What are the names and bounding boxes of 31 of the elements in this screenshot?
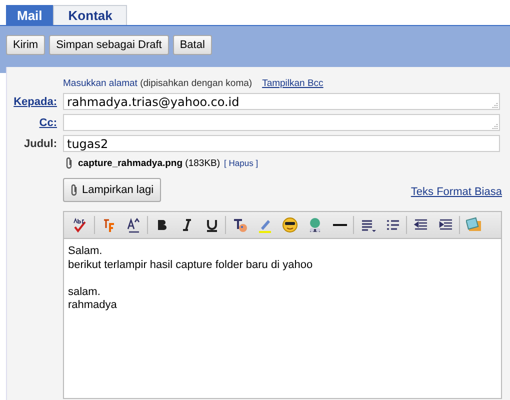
tab[interactable]: Mail [6,5,54,25]
image-icon[interactable] [466,217,482,233]
text-color-icon[interactable] [232,217,248,233]
field-label-link[interactable]: Cc: [39,116,57,128]
input-field[interactable]: rahmadya.trias@yahoo.co.id [63,93,500,110]
input-field[interactable]: tugas2 [63,135,500,152]
body-line: Salam. [68,245,104,258]
resize-grip-icon[interactable] [492,102,498,108]
attach-more-button[interactable]: Lampirkan lagi [63,178,161,202]
action-button[interactable]: Kirim [6,35,46,55]
paperclip-icon [65,157,74,169]
spellcheck-icon[interactable] [72,217,88,233]
font-size-icon[interactable] [126,217,142,233]
body-line: rahmadya [68,299,118,312]
paperclip-icon [70,184,79,196]
action-button[interactable]: Simpan sebagai Draft [49,35,169,55]
smiley-icon[interactable] [282,217,298,233]
resize-grip-icon[interactable] [492,123,498,129]
action-button[interactable]: Batal [172,35,212,55]
field-label-link[interactable]: Kepada: [14,96,57,108]
remove-link[interactable]: [ Hapus ] [224,158,258,168]
body-line: salam. [68,286,102,299]
plain-text-link[interactable]: Teks Format Biasa [410,186,502,198]
body-line: berikut terlampir hasil capture folder baru di yahoo [68,258,314,272]
hint-text: Masukkan alamat (dipisahkan dengan koma) [63,78,252,88]
field-label: Judul: [24,138,57,150]
show-bcc-link[interactable]: Tampilkan Bcc [262,78,324,88]
highlighter-icon[interactable] [256,217,272,233]
tab[interactable]: Kontak [53,5,128,25]
attachment-name: capture_rahmadya.png (183KB) [78,158,220,168]
input-field[interactable] [63,114,500,131]
